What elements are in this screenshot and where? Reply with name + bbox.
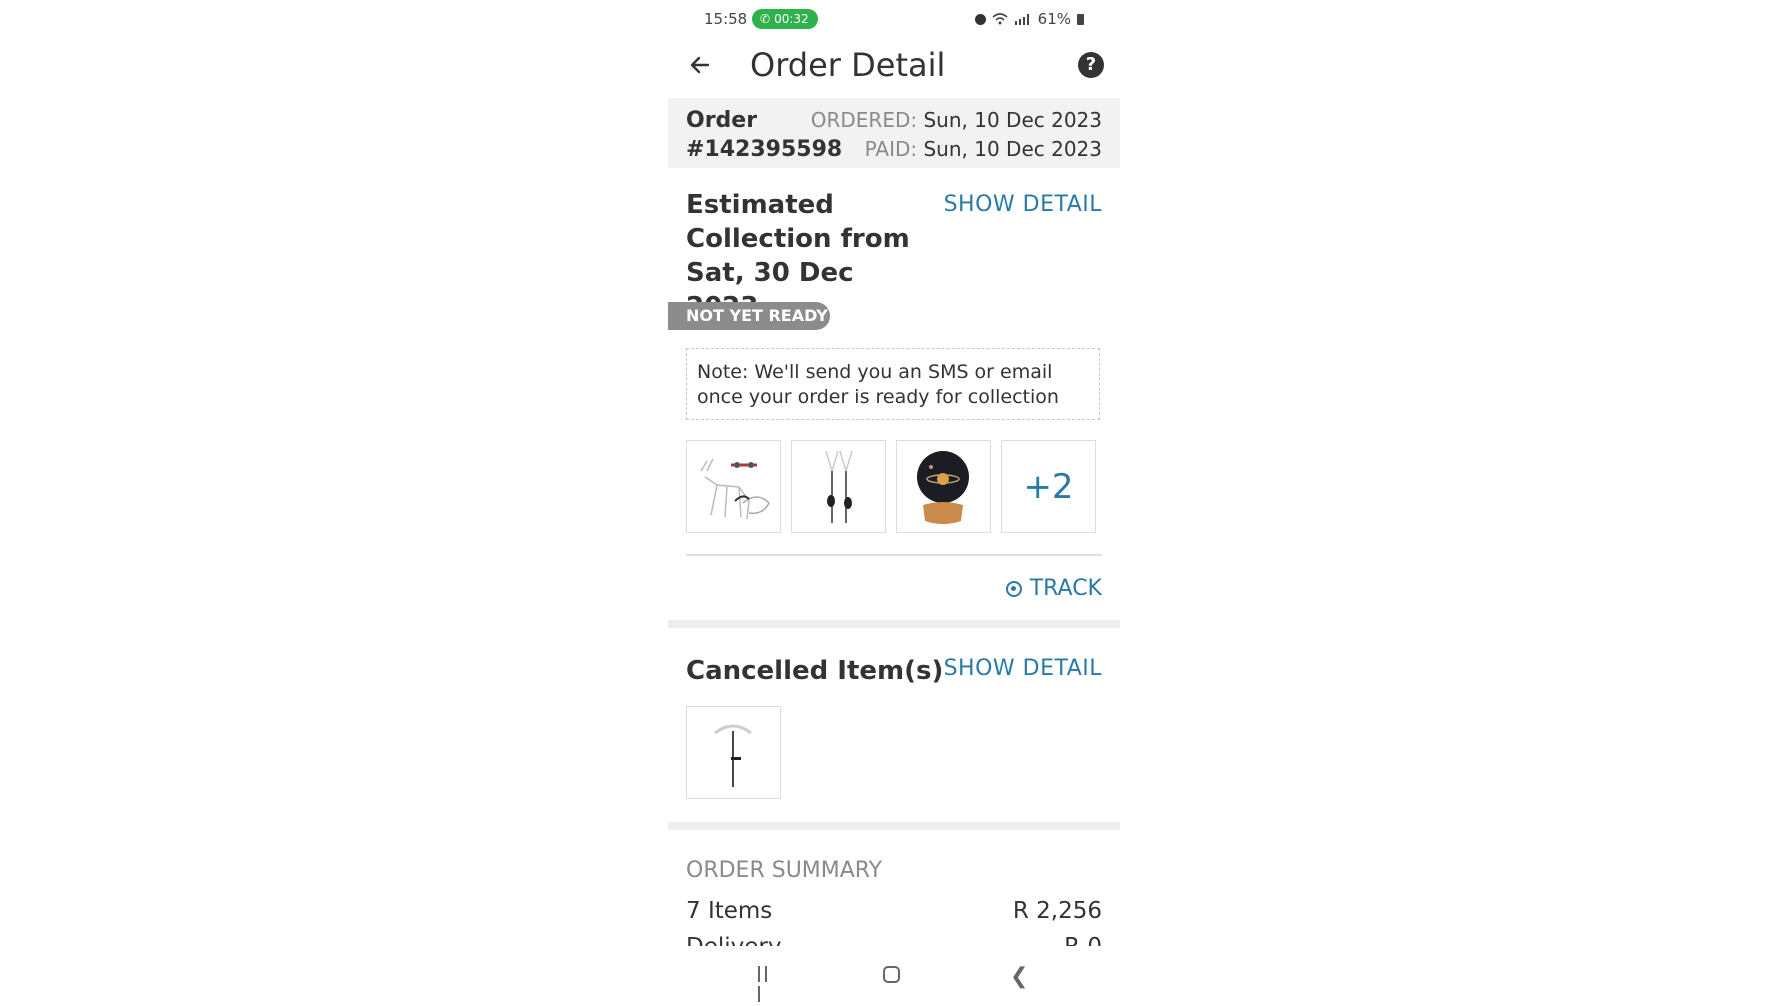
- order-info-bar: Order #142395598 ORDERED: Sun, 10 Dec 20…: [668, 98, 1120, 168]
- arrow-left-icon[interactable]: [686, 51, 714, 79]
- stake-lights-image: [825, 450, 853, 523]
- lamp-image: [714, 724, 752, 787]
- cancelled-item-thumbnail[interactable]: [686, 706, 781, 799]
- section-separator: [668, 620, 1120, 628]
- phone-icon: ✆: [760, 12, 771, 26]
- signal-icon: [1014, 14, 1029, 25]
- more-items-button[interactable]: +2: [1001, 440, 1096, 533]
- crystal-ball-image: [917, 451, 969, 524]
- target-icon: [1005, 580, 1022, 597]
- help-icon[interactable]: ?: [1078, 52, 1104, 78]
- summary-next-value: R 0: [1064, 934, 1102, 946]
- home-icon[interactable]: [883, 966, 900, 983]
- cancelled-items-title: Cancelled Item(s): [686, 656, 944, 686]
- status-bar: 15:58 ✆ 00:32 61%: [704, 8, 1084, 30]
- wifi-icon: [992, 13, 1008, 25]
- reindeer-image: [700, 458, 770, 520]
- order-summary-heading: ORDER SUMMARY: [686, 858, 883, 883]
- track-label: TRACK: [1029, 576, 1102, 601]
- status-icons: 61%: [974, 10, 1084, 28]
- order-dates: ORDERED: Sun, 10 Dec 2023 PAID: Sun, 10 …: [811, 106, 1102, 164]
- item-thumbnail-crystal-ball[interactable]: [896, 440, 991, 533]
- battery-icon: [1077, 13, 1084, 25]
- summary-items-value: R 2,256: [1012, 898, 1102, 924]
- summary-next-row: Delivery R 0: [686, 934, 1102, 946]
- summary-next-label: Delivery: [686, 934, 781, 946]
- item-thumbnail-stake-lights[interactable]: [791, 440, 886, 533]
- item-thumbnails: +2: [686, 440, 1096, 533]
- call-timer: 00:32: [774, 12, 809, 26]
- battery-level: 61%: [1037, 10, 1071, 28]
- page-title: Order Detail: [750, 46, 946, 84]
- alarm-icon: [974, 13, 986, 25]
- status-badge: NOT YET READY: [668, 302, 830, 330]
- collection-note: Note: We'll send you an SMS or email onc…: [686, 348, 1100, 420]
- status-time: 15:58: [704, 10, 748, 28]
- cancelled-show-detail-button[interactable]: SHOW DETAIL: [944, 656, 1102, 681]
- show-detail-button[interactable]: SHOW DETAIL: [944, 192, 1102, 217]
- recent-apps-icon[interactable]: [758, 966, 778, 1002]
- phone-screen: 15:58 ✆ 00:32 61% Order Detail ? Order #…: [668, 0, 1120, 1002]
- section-separator: [668, 822, 1120, 830]
- nav-back-icon[interactable]: ❮: [1010, 964, 1028, 989]
- call-timer-pill[interactable]: ✆ 00:32: [752, 9, 818, 29]
- paid-label: PAID:: [864, 137, 918, 161]
- system-nav-bar: ❮: [668, 950, 1120, 1002]
- ordered-label: ORDERED:: [810, 108, 918, 132]
- paid-date: Sun, 10 Dec 2023: [923, 137, 1102, 161]
- summary-items-label: 7 Items: [686, 898, 773, 924]
- item-thumbnail-reindeer[interactable]: [686, 440, 781, 533]
- track-button[interactable]: TRACK: [1005, 576, 1102, 601]
- ordered-date: Sun, 10 Dec 2023: [923, 108, 1102, 132]
- app-bar: Order Detail ?: [668, 40, 1120, 90]
- divider: [686, 554, 1102, 556]
- summary-items-row: 7 Items R 2,256: [686, 898, 1102, 924]
